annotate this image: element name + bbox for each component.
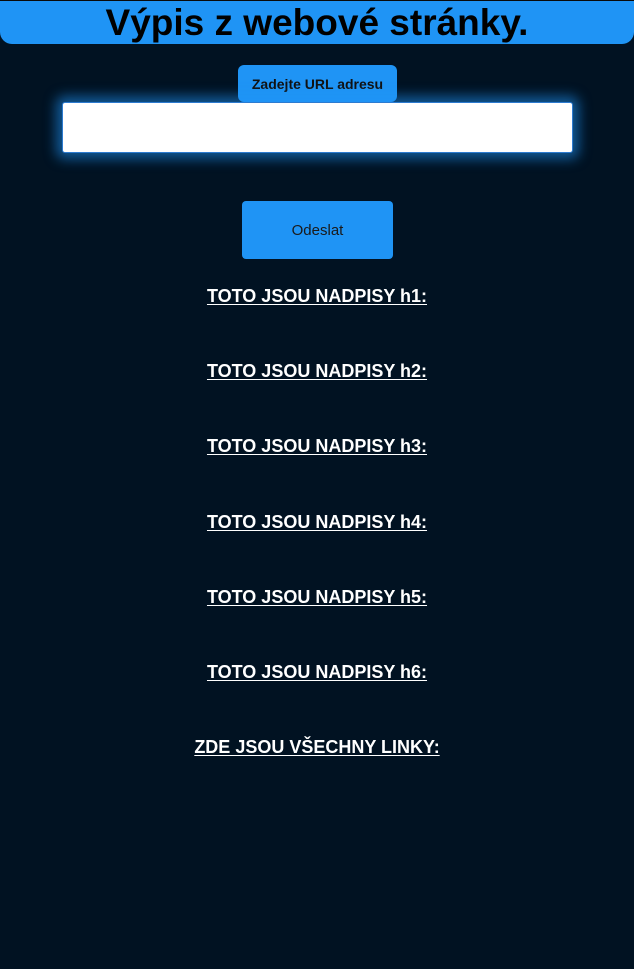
- h5-headings-title: TOTO JSOU NADPISY h5:: [206, 587, 428, 607]
- links-title: ZDE JSOU VŠECHNY LINKY:: [194, 737, 440, 757]
- h6-headings-title: TOTO JSOU NADPISY h6:: [206, 662, 428, 682]
- h4-headings-title: TOTO JSOU NADPISY h4:: [206, 512, 428, 532]
- h1-headings-title: TOTO JSOU NADPISY h1:: [206, 286, 428, 306]
- page-header: Výpis z webové stránky.: [0, 0, 634, 44]
- h2-headings-title: TOTO JSOU NADPISY h2:: [206, 361, 428, 381]
- submit-button[interactable]: Odeslat: [242, 201, 393, 259]
- h3-headings-title: TOTO JSOU NADPISY h3:: [206, 436, 428, 456]
- url-input[interactable]: [62, 102, 573, 153]
- url-label: Zadejte URL adresu: [238, 65, 397, 102]
- page-title: Výpis z webové stránky.: [105, 1, 529, 43]
